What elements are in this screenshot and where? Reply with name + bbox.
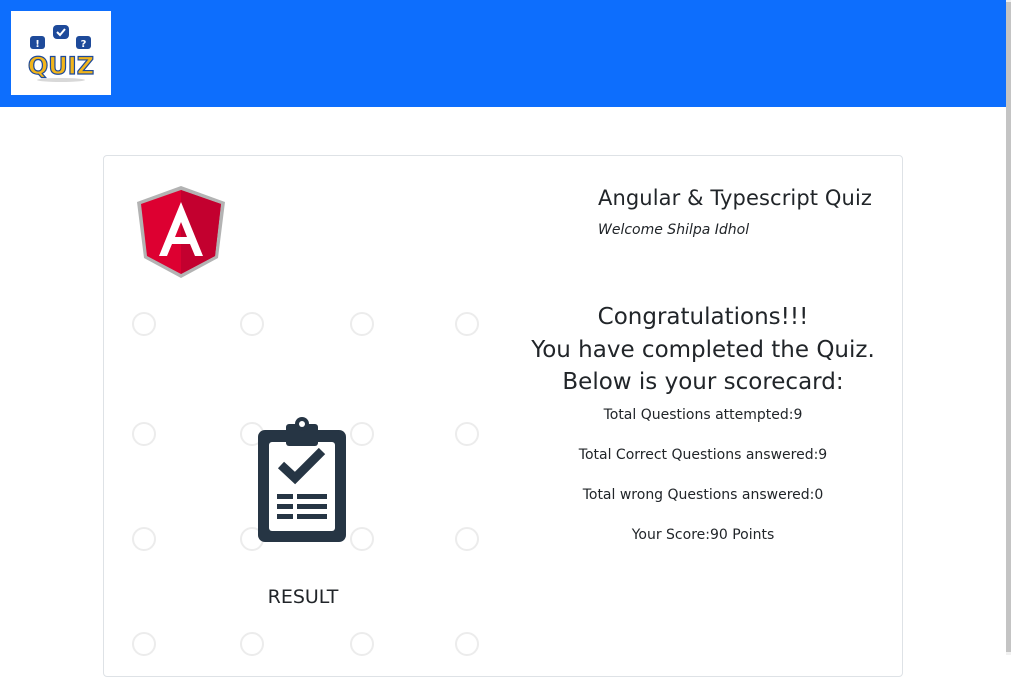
scrollbar-thumb[interactable] [1006,2,1011,652]
svg-text:QUIZ: QUIZ [28,52,94,80]
congrats-line-1: Congratulations!!! [597,304,809,330]
stat-attempted: Total Questions attempted:9 [603,407,803,423]
stat-wrong: Total wrong Questions answered:0 [582,487,824,503]
welcome-message: Welcome Shilpa Idhol [598,222,750,238]
result-label: RESULT [267,586,339,608]
scrollbar[interactable] [1006,0,1011,655]
quiz-logo-icon: ! ? QUIZ [27,25,95,82]
quiz-logo[interactable]: ! ? QUIZ [11,11,111,95]
navbar: ! ? QUIZ [0,0,1006,107]
stat-correct: Total Correct Questions answered:9 [578,447,828,463]
scorecard: Total Questions attempted:9 Total Correc… [504,407,902,567]
svg-text:!: ! [35,39,40,50]
angular-logo-icon [137,186,225,278]
stat-score: Your Score:90 Points [631,527,775,543]
quiz-title: Angular & Typescript Quiz [598,186,873,210]
congratulations-heading: Congratulations!!! You have completed th… [504,301,902,399]
congrats-line-2: You have completed the Quiz. [531,336,875,363]
svg-text:?: ? [81,39,87,50]
clipboard-check-icon [258,417,346,542]
congrats-line-3: Below is your scorecard: [562,369,844,395]
result-card: Angular & Typescript Quiz Welcome Shilpa… [103,155,903,677]
